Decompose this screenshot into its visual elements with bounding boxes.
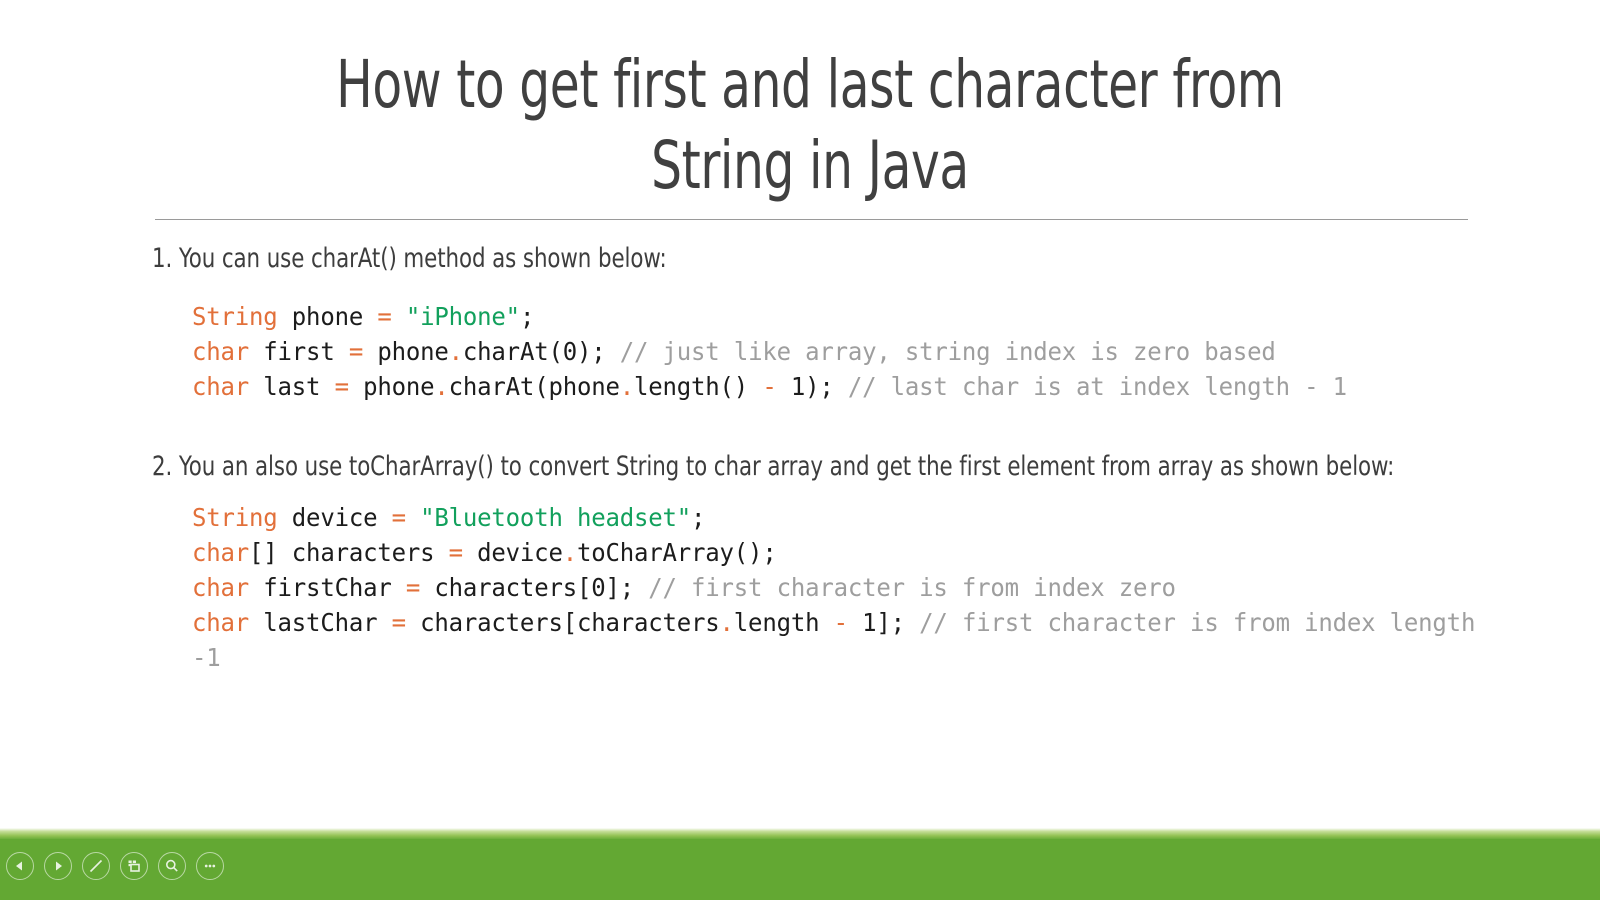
page-title: How to get first and last character from… — [336, 46, 1299, 205]
next-slide-button[interactable] — [44, 852, 72, 880]
pen-tool-button[interactable] — [82, 852, 110, 880]
presentation-toolbar — [0, 828, 1600, 900]
code-block-1: String phone = "iPhone"; char first = pho… — [192, 299, 1510, 404]
code-line: String phone = "iPhone"; — [192, 302, 535, 332]
paragraph-2: 2. You an also use toCharArray() to conv… — [152, 451, 1395, 483]
ellipsis-icon — [201, 857, 219, 875]
toolbar-button-group — [6, 852, 224, 880]
code-line: char first = phone.charAt(0); // just li… — [192, 337, 1276, 367]
code-line: char lastChar = characters[characters.le… — [192, 607, 1490, 672]
magnifier-icon — [163, 857, 181, 875]
pen-icon — [87, 857, 105, 875]
slide-grid-button[interactable] — [120, 852, 148, 880]
code-line: String device = "Bluetooth headset"; — [192, 502, 706, 532]
previous-slide-button[interactable] — [6, 852, 34, 880]
slide-body: 1. You can use charAt() method as shown … — [152, 240, 1475, 675]
triangle-right-icon — [50, 858, 66, 874]
code-line: char[] characters = device.toCharArray()… — [192, 537, 777, 567]
title-divider — [155, 219, 1468, 220]
zoom-button[interactable] — [158, 852, 186, 880]
paragraph-1: 1. You can use charAt() method as shown … — [152, 243, 667, 274]
code-block-2: String device = "Bluetooth headset"; char… — [192, 500, 1510, 675]
presentation-slide: How to get first and last character from… — [0, 0, 1600, 900]
code-line: char firstChar = characters[0]; // first… — [192, 572, 1176, 602]
more-options-button[interactable] — [196, 852, 224, 880]
code-line: char last = phone.charAt(phone.length() … — [192, 372, 1347, 402]
triangle-left-icon — [12, 858, 28, 874]
grid-slides-icon — [125, 857, 143, 875]
toolbar-top-gradient — [0, 828, 1600, 839]
